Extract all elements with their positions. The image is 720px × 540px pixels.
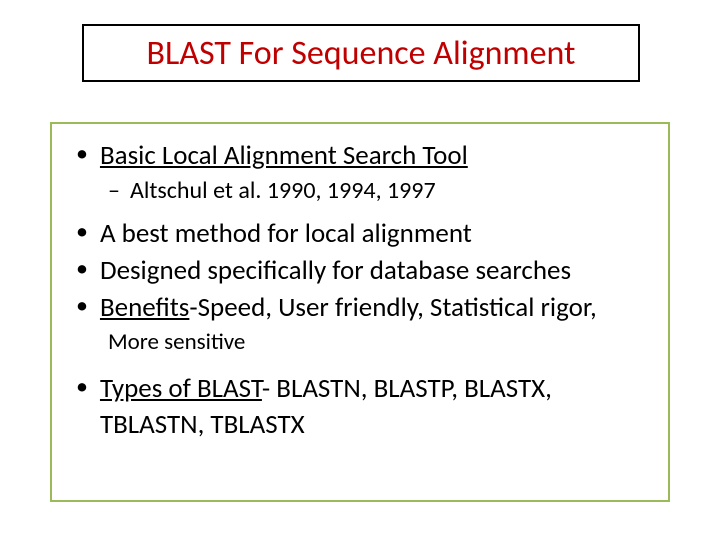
- bullet-glyph: •: [76, 290, 88, 321]
- bullet-item-3: • Designed specifically for database sea…: [76, 253, 650, 288]
- bullet-glyph: •: [76, 138, 88, 169]
- bullet-1-text: Basic Local Alignment Search Tool: [100, 138, 468, 173]
- slide-title: BLAST For Sequence Alignment: [147, 33, 576, 74]
- dash-glyph: –: [108, 175, 120, 206]
- title-box: BLAST For Sequence Alignment: [82, 24, 640, 82]
- content-box: • Basic Local Alignment Search Tool – Al…: [50, 122, 670, 502]
- bullet-3-text: Designed specifically for database searc…: [100, 253, 571, 288]
- bullet-2-text: A best method for local alignment: [100, 216, 472, 251]
- bullet-glyph: •: [76, 216, 88, 247]
- bullet-glyph: •: [76, 253, 88, 284]
- bullet-item-4: • Benefits-Speed, User friendly, Statist…: [76, 290, 650, 325]
- bullet-glyph: •: [76, 371, 88, 402]
- bullet-5-text: Types of BLAST- BLASTN, BLASTP, BLASTX, …: [100, 371, 650, 441]
- bullet-item-1: • Basic Local Alignment Search Tool: [76, 138, 650, 173]
- bullet-1-sub-text: Altschul et al. 1990, 1994, 1997: [130, 175, 436, 206]
- bullet-4-rest: -Speed, User friendly, Statistical rigor…: [189, 291, 596, 324]
- bullet-item-1-sub: – Altschul et al. 1990, 1994, 1997: [108, 175, 650, 206]
- bullet-4-prefix: Benefits: [100, 291, 189, 324]
- bullet-5-prefix: Types of BLAST: [100, 372, 262, 405]
- bullet-4-more: More sensitive: [108, 328, 650, 358]
- bullet-4-text: Benefits-Speed, User friendly, Statistic…: [100, 290, 597, 325]
- bullet-item-2: • A best method for local alignment: [76, 216, 650, 251]
- bullet-item-5: • Types of BLAST- BLASTN, BLASTP, BLASTX…: [76, 371, 650, 441]
